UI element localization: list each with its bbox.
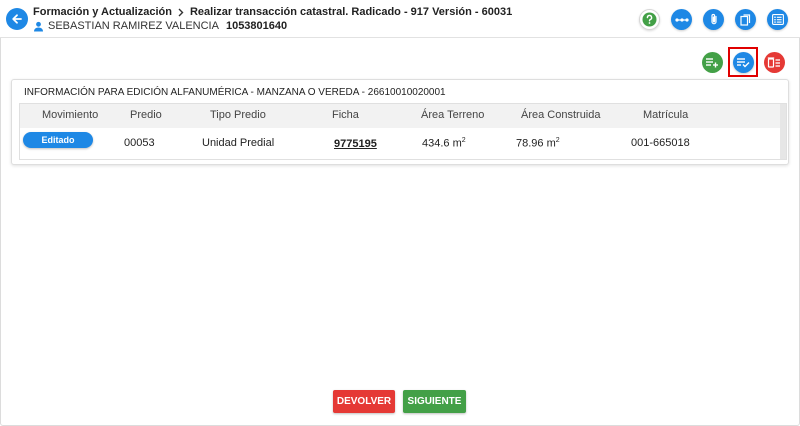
- validate-item-button[interactable]: [728, 47, 758, 77]
- person-icon: [34, 21, 43, 31]
- attachment-button[interactable]: [703, 9, 724, 30]
- cell-matricula: 001-665018: [631, 137, 690, 149]
- arrow-left-icon: [12, 14, 22, 24]
- chevron-right-icon: [177, 8, 185, 17]
- next-button[interactable]: SIGUIENTE: [403, 390, 466, 413]
- header-bar: Formación y Actualización Realizar trans…: [0, 0, 800, 38]
- ficha-link[interactable]: 9775195: [334, 138, 377, 150]
- user-id: 1053801640: [225, 20, 288, 32]
- user-info: SEBASTIAN RAMIREZ VALENCIA 1053801640: [33, 20, 287, 32]
- back-button[interactable]: [6, 8, 28, 30]
- delete-list-icon: [763, 51, 785, 73]
- delete-item-button[interactable]: [763, 51, 785, 73]
- help-icon: [642, 12, 657, 27]
- edit-info-card: INFORMACIÓN PARA EDICIÓN ALFANUMÉRICA - …: [11, 79, 789, 165]
- column-header-area-construida: Área Construida: [521, 109, 601, 121]
- documents-button[interactable]: [735, 9, 756, 30]
- validate-list-icon: [732, 51, 754, 73]
- column-header-tipo-predio: Tipo Predio: [210, 109, 266, 121]
- column-header-predio: Predio: [130, 109, 162, 121]
- table-header: Movimiento Predio Tipo Predio Ficha Área…: [20, 104, 788, 126]
- cell-predio: 00053: [124, 137, 155, 149]
- column-header-area-terreno: Área Terreno: [421, 109, 485, 121]
- user-name: SEBASTIAN RAMIREZ VALENCIA: [48, 20, 219, 32]
- breadcrumb: Formación y Actualización Realizar trans…: [33, 6, 512, 18]
- return-button[interactable]: DEVOLVER: [333, 390, 395, 413]
- help-button[interactable]: [639, 9, 660, 30]
- status-badge-editado[interactable]: Editado: [23, 132, 93, 148]
- documents-icon: [740, 13, 751, 26]
- breadcrumb-root[interactable]: Formación y Actualización: [33, 6, 172, 18]
- column-header-matricula: Matrícula: [643, 109, 689, 121]
- edit-actions: [701, 47, 785, 77]
- app-frame: [0, 0, 800, 426]
- properties-table: Movimiento Predio Tipo Predio Ficha Área…: [19, 103, 787, 160]
- list-icon: [771, 14, 784, 25]
- table-scrollbar[interactable]: [780, 104, 786, 159]
- add-item-button[interactable]: [701, 51, 723, 73]
- breadcrumb-current: Realizar transacción catastral. Radicado…: [189, 6, 513, 18]
- area-terreno-exponent: 2: [461, 137, 466, 144]
- cell-area-terreno: 434.6 m2: [422, 137, 466, 150]
- header-toolbar: [639, 9, 788, 30]
- add-list-icon: [701, 51, 723, 73]
- table-row[interactable]: Editado 00053 Unidad Predial 9775195 434…: [20, 128, 782, 159]
- more-icon: [674, 17, 689, 22]
- cell-tipo-predio: Unidad Predial: [202, 137, 275, 149]
- list-button[interactable]: [767, 9, 788, 30]
- attachment-icon: [710, 13, 717, 25]
- area-terreno-value: 434.6 m: [422, 137, 462, 150]
- area-construida-value: 78.96 m: [516, 137, 556, 150]
- column-header-ficha: Ficha: [332, 109, 359, 121]
- card-title: INFORMACIÓN PARA EDICIÓN ALFANUMÉRICA - …: [24, 87, 446, 98]
- cell-area-construida: 78.96 m2: [516, 137, 560, 150]
- column-header-movimiento: Movimiento: [42, 109, 99, 121]
- more-options-button[interactable]: [671, 9, 692, 30]
- area-construida-exponent: 2: [555, 137, 560, 144]
